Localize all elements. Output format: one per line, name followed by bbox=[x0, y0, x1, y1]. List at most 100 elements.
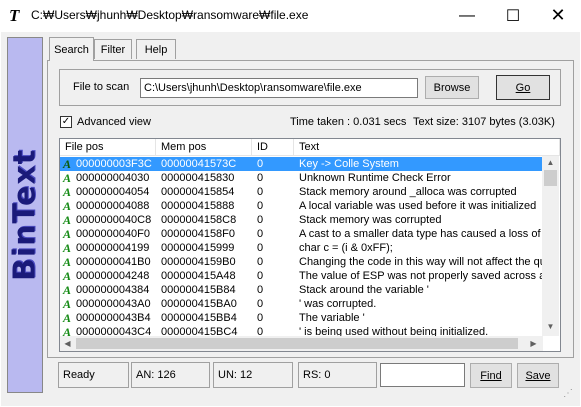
ansi-a-icon: A bbox=[63, 171, 72, 185]
status-an-count: AN: 126 bbox=[131, 362, 210, 388]
file-pos-cell: 0000000041B0 bbox=[76, 256, 151, 268]
column-header-text[interactable]: Text bbox=[294, 139, 560, 156]
text-cell: Stack memory was corrupted bbox=[299, 214, 442, 226]
tab-search-label: Search bbox=[54, 43, 89, 56]
window-title: C:₩Users₩jhunh₩Desktop₩ransomware₩file.e… bbox=[31, 8, 309, 22]
ansi-a-icon: A bbox=[63, 255, 72, 269]
table-row[interactable]: A 0000000040F0 0000004158F0 0 A cast to a sm… bbox=[60, 227, 544, 241]
file-pos-cell: 000000004248 bbox=[76, 270, 150, 282]
table-row[interactable]: A 000000004384 000000415B84 0 Stack around t… bbox=[60, 283, 544, 297]
mem-pos-cell: 000000415BA0 bbox=[161, 298, 237, 310]
text-cell: Changing the code in this way will not a… bbox=[299, 256, 544, 268]
text-cell: The variable ' bbox=[299, 312, 365, 324]
table-row[interactable]: A 0000000040C8 0000004158C8 0 Stack memory w… bbox=[60, 213, 544, 227]
id-cell: 0 bbox=[257, 186, 264, 198]
find-button[interactable]: Find bbox=[470, 363, 512, 388]
scroll-up-icon[interactable]: ▲ bbox=[542, 156, 559, 170]
table-row[interactable]: A 000000004088 000000415888 0 A local variab… bbox=[60, 199, 544, 213]
horizontal-scrollbar[interactable]: ◀ ▶ bbox=[60, 336, 543, 351]
ansi-a-icon: A bbox=[63, 269, 72, 283]
mem-pos-cell: 0000004158F0 bbox=[161, 228, 236, 240]
horizontal-scroll-thumb[interactable] bbox=[76, 338, 518, 349]
table-row[interactable]: A 0000000043B4 000000415BB4 0 The variable ' bbox=[60, 311, 544, 325]
time-taken: Time taken : 0.031 secs bbox=[290, 116, 407, 128]
ansi-a-icon: A bbox=[63, 283, 72, 297]
id-cell: 0 bbox=[257, 270, 264, 282]
text-size: Text size: 3107 bytes (3.03K) bbox=[413, 116, 555, 128]
tab-search[interactable]: Search bbox=[49, 37, 94, 61]
tab-filter-label: Filter bbox=[100, 43, 126, 56]
text-cell: Key -> Colle System bbox=[299, 158, 399, 170]
file-to-scan-label: File to scan bbox=[73, 81, 130, 93]
file-pos-cell: 000000004030 bbox=[76, 172, 150, 184]
id-cell: 0 bbox=[257, 256, 264, 268]
close-icon[interactable]: ✕ bbox=[535, 0, 581, 31]
text-cell: A local variable was used before it was … bbox=[299, 200, 537, 212]
text-cell: Unknown Runtime Check Error bbox=[299, 172, 451, 184]
file-pos-cell: 000000004054 bbox=[76, 186, 150, 198]
save-button[interactable]: Save bbox=[517, 363, 559, 388]
file-pos-cell: 0000000040C8 bbox=[76, 214, 152, 226]
file-pos-cell: 0000000040F0 bbox=[76, 228, 151, 240]
ansi-a-icon: A bbox=[63, 185, 72, 199]
go-button[interactable]: Go bbox=[496, 75, 550, 100]
minimize-icon[interactable]: — bbox=[444, 0, 490, 31]
tab-filter[interactable]: Filter bbox=[94, 39, 132, 59]
search-input[interactable] bbox=[380, 363, 465, 387]
browse-button[interactable]: Browse bbox=[425, 76, 479, 99]
column-header-id[interactable]: ID bbox=[252, 139, 294, 156]
advanced-view-label: Advanced view bbox=[77, 116, 151, 128]
id-cell: 0 bbox=[257, 228, 264, 240]
resize-grip-icon[interactable]: ⋰ bbox=[563, 389, 575, 401]
table-row[interactable]: A 000000004248 000000415A48 0 The value of E… bbox=[60, 269, 544, 283]
file-pos-cell: 0000000043A0 bbox=[76, 298, 151, 310]
ansi-a-icon: A bbox=[63, 311, 72, 325]
id-cell: 0 bbox=[257, 200, 264, 212]
table-row[interactable]: A 0000000043A0 000000415BA0 0 ' was corrupte… bbox=[60, 297, 544, 311]
id-cell: 0 bbox=[257, 284, 264, 296]
table-row[interactable]: A 000000004030 000000415830 0 Unknown Runtim… bbox=[60, 171, 544, 185]
file-pos-cell: 000000004199 bbox=[76, 242, 150, 254]
ansi-a-icon: A bbox=[63, 199, 72, 213]
find-button-label: Find bbox=[480, 369, 502, 382]
mem-pos-cell: 000000415830 bbox=[161, 172, 235, 184]
text-cell: Stack around the variable ' bbox=[299, 284, 429, 296]
ansi-a-icon: A bbox=[63, 297, 72, 311]
id-cell: 0 bbox=[257, 172, 264, 184]
mem-pos-cell: 00000041573C bbox=[161, 158, 237, 170]
vertical-scrollbar[interactable]: ▲ ▼ bbox=[542, 156, 559, 336]
maximize-icon[interactable]: ☐ bbox=[490, 0, 536, 31]
banner-text: BinText bbox=[7, 148, 43, 282]
scroll-right-icon[interactable]: ▶ bbox=[526, 336, 541, 351]
save-button-label: Save bbox=[525, 369, 551, 382]
id-cell: 0 bbox=[257, 214, 264, 226]
ansi-a-icon: A bbox=[63, 227, 72, 241]
status-un-count: UN: 12 bbox=[213, 362, 293, 388]
table-row[interactable]: A 000000004054 000000415854 0 Stack memory a… bbox=[60, 185, 544, 199]
ansi-a-icon: A bbox=[63, 213, 72, 227]
column-header-mem-pos[interactable]: Mem pos bbox=[156, 139, 252, 156]
browse-button-label: Browse bbox=[433, 81, 471, 94]
table-row[interactable]: A 0000000041B0 0000004159B0 0 Changing the c… bbox=[60, 255, 544, 269]
strings-list[interactable]: File pos Mem pos ID Text A 000000003F3C 00… bbox=[59, 138, 561, 352]
column-header-file-pos[interactable]: File pos bbox=[60, 139, 156, 156]
status-ready: Ready bbox=[58, 362, 129, 388]
text-cell: char c = (i & 0xFF); bbox=[299, 242, 393, 254]
table-row[interactable]: A 000000003F3C 00000041573C 0 Key -> Colle S… bbox=[60, 157, 544, 171]
table-row[interactable]: A 000000004199 000000415999 0 char c = (i & … bbox=[60, 241, 544, 255]
title-bar[interactable]: T C:₩Users₩jhunh₩Desktop₩ransomware₩file… bbox=[0, 0, 581, 32]
scroll-left-icon[interactable]: ◀ bbox=[60, 336, 75, 351]
advanced-view-checkbox[interactable]: ✓ bbox=[60, 116, 72, 128]
file-path-input[interactable]: C:\Users\jhunh\Desktop\ransomware\file.e… bbox=[140, 78, 418, 98]
file-pos-cell: 000000003F3C bbox=[76, 158, 152, 170]
bintext-app-icon: T bbox=[9, 6, 20, 25]
mem-pos-cell: 000000415A48 bbox=[161, 270, 236, 282]
mem-pos-cell: 000000415B84 bbox=[161, 284, 236, 296]
scroll-down-icon[interactable]: ▼ bbox=[542, 320, 559, 334]
mem-pos-cell: 000000415999 bbox=[161, 242, 235, 254]
tab-help[interactable]: Help bbox=[136, 39, 176, 59]
mem-pos-cell: 000000415854 bbox=[161, 186, 235, 198]
vertical-scroll-thumb[interactable] bbox=[544, 170, 557, 186]
text-cell: Stack memory around _alloca was corrupte… bbox=[299, 186, 517, 198]
id-cell: 0 bbox=[257, 312, 264, 324]
